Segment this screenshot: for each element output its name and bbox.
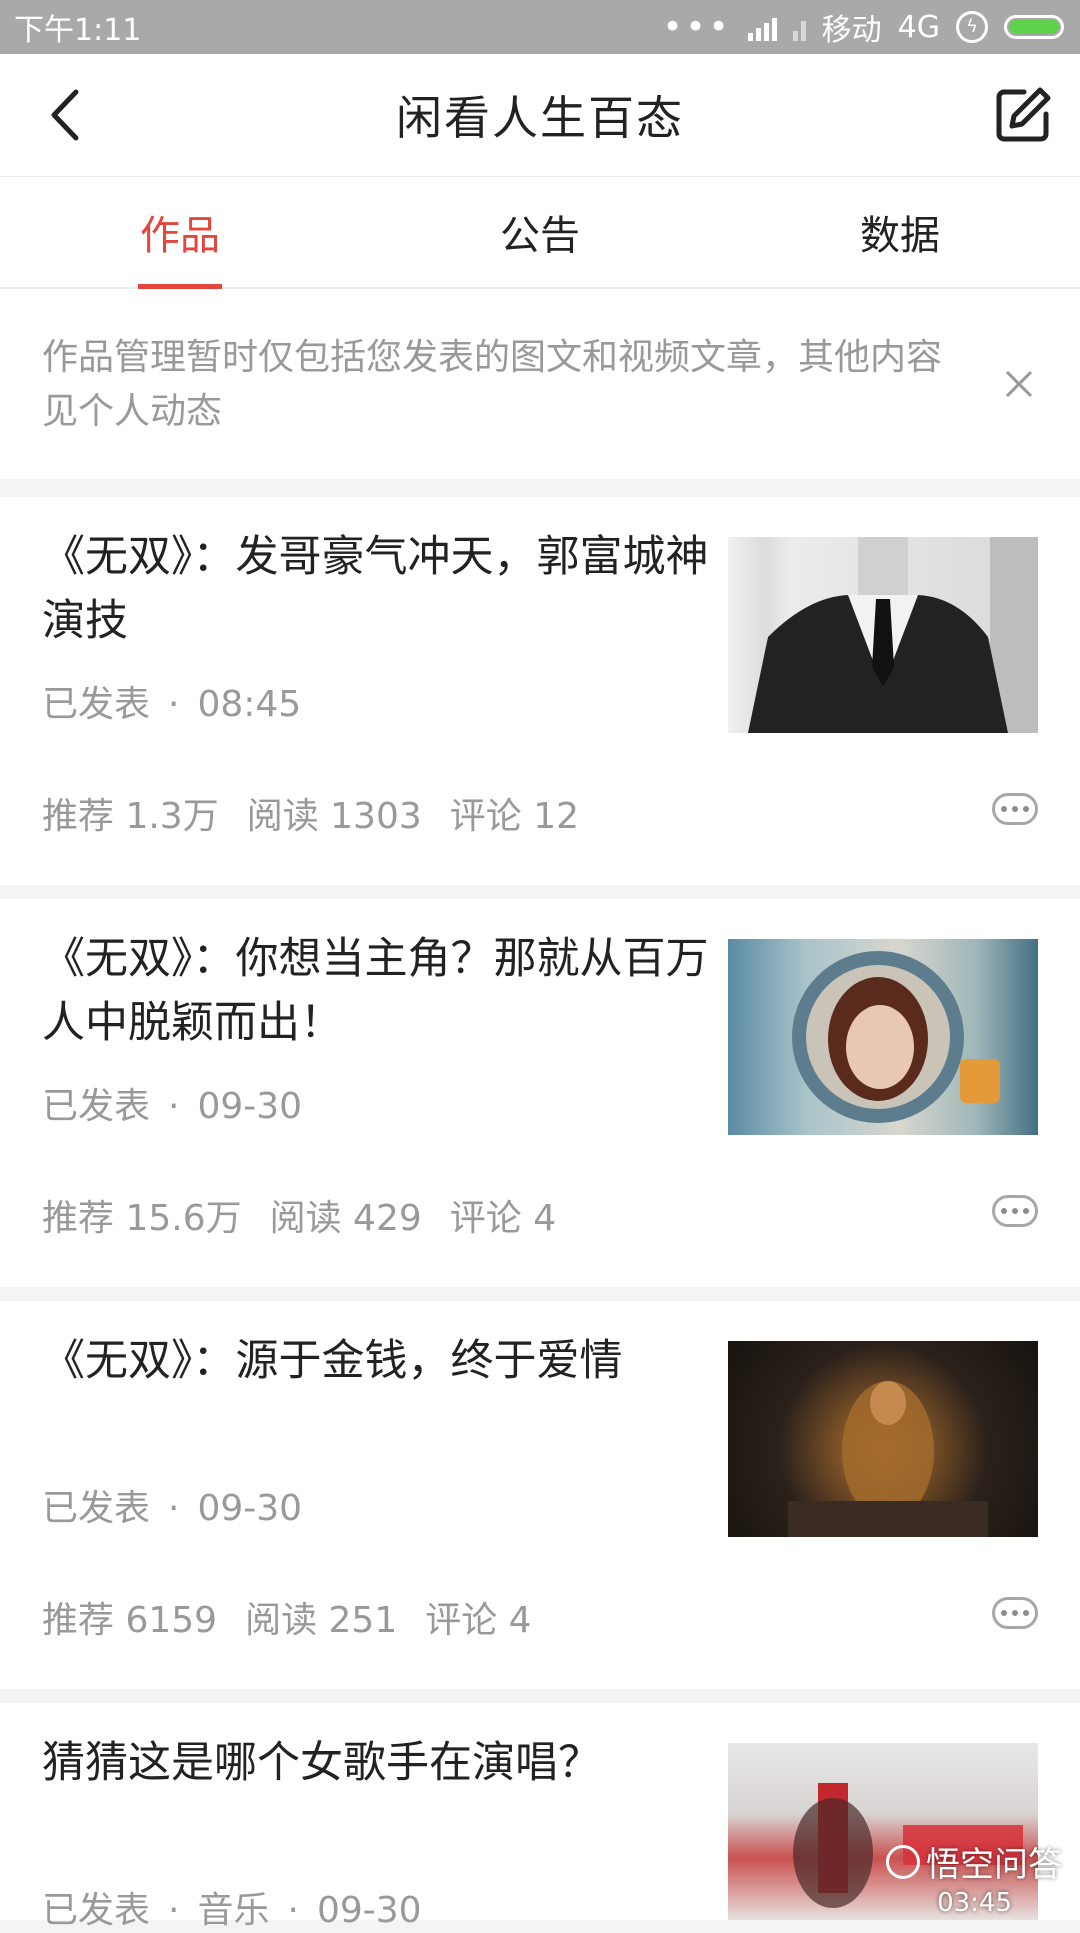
- article-status: 已发表: [42, 1890, 151, 1931]
- stat-comment: 评论 4: [449, 1198, 557, 1239]
- more-options-button[interactable]: [992, 1597, 1038, 1629]
- article-stats: 推荐 15.6万 阅读 429 评论 4: [42, 1189, 556, 1241]
- article-time: 09-30: [316, 1890, 422, 1931]
- stat-read: 阅读 429: [269, 1198, 422, 1239]
- signal-icon: [747, 13, 777, 41]
- article-stats: 推荐 6159 阅读 251 评论 4: [42, 1591, 532, 1643]
- video-duration: 03:45: [937, 1888, 1012, 1918]
- article-title[interactable]: 《无双》：发哥豪气冲天，郭富城神演技: [42, 525, 712, 653]
- article-card[interactable]: 《无双》：你想当主角？那就从百万人中脱颖而出！ 已发表 · 09-30 推荐 15.…: [0, 899, 1080, 1287]
- status-indicators: ••• 移动 4G ϟ: [662, 5, 1064, 49]
- edit-button[interactable]: [988, 80, 1058, 150]
- article-meta: 已发表 · 音乐 · 09-30: [42, 1890, 422, 1931]
- article-meta: 已发表 · 09-30: [42, 1488, 303, 1529]
- more-options-button[interactable]: [992, 793, 1038, 825]
- suit-figure-image: [748, 537, 1038, 733]
- article-stats: 推荐 1.3万 阅读 1303 评论 12: [42, 787, 579, 839]
- article-card[interactable]: 《无双》：源于金钱，终于爱情 已发表 · 09-30 推荐 6159 阅读 251 …: [0, 1301, 1080, 1689]
- network-label: 4G: [897, 9, 940, 45]
- wukong-logo-icon: [886, 1844, 920, 1879]
- tab-label: 公告: [500, 213, 580, 259]
- more-dots-icon: [1001, 1610, 1007, 1616]
- stat-read: 阅读 251: [245, 1600, 398, 1641]
- stat-comment: 评论 12: [449, 796, 580, 837]
- tab-label: 作品: [140, 213, 220, 259]
- article-category: 音乐: [197, 1890, 270, 1931]
- more-dots-icon: [1001, 806, 1007, 812]
- watermark-text: 悟空问答: [926, 1845, 1062, 1885]
- tab-bar: 作品 公告 数据: [0, 177, 1080, 289]
- article-title[interactable]: 《无双》：源于金钱，终于爱情: [42, 1329, 712, 1393]
- stat-recommend: 推荐 15.6万: [42, 1198, 242, 1239]
- status-time: 下午1:11: [14, 13, 142, 48]
- carrier-label: 移动: [821, 13, 882, 48]
- tab-works[interactable]: 作品: [0, 177, 360, 289]
- signal-secondary-icon: [792, 13, 806, 41]
- back-button[interactable]: [30, 80, 100, 150]
- more-options-button[interactable]: [992, 1195, 1038, 1227]
- article-time: 09-30: [197, 1488, 303, 1529]
- article-thumbnail[interactable]: [728, 1341, 1038, 1537]
- tab-data[interactable]: 数据: [720, 177, 1080, 287]
- stat-read: 阅读 1303: [246, 796, 422, 837]
- article-thumbnail[interactable]: [728, 939, 1038, 1135]
- watermark: 悟空问答: [886, 1837, 1062, 1886]
- battery-icon: [1004, 15, 1064, 39]
- article-title[interactable]: 《无双》：你想当主角？那就从百万人中脱颖而出！: [42, 927, 712, 1055]
- page-title: 闲看人生百态: [396, 91, 684, 145]
- article-status: 已发表: [42, 1488, 151, 1529]
- article-meta: 已发表 · 09-30: [42, 1086, 303, 1127]
- article-title[interactable]: 猜猜这是哪个女歌手在演唱？: [42, 1731, 712, 1795]
- stat-recommend: 推荐 6159: [42, 1600, 218, 1641]
- article-card[interactable]: 猜猜这是哪个女歌手在演唱？ 已发表 · 音乐 · 09-30: [0, 1703, 1080, 1931]
- stat-recommend: 推荐 1.3万: [42, 796, 219, 837]
- more-dots-icon: [1001, 1208, 1007, 1214]
- edit-icon: [996, 87, 1051, 142]
- dark-scene-image: [788, 1381, 988, 1537]
- status-bar: 下午1:11 ••• 移动 4G ϟ: [0, 0, 1080, 54]
- banknote-portrait-image: [792, 951, 1000, 1123]
- tab-label: 数据: [860, 213, 940, 259]
- article-card[interactable]: 《无双》：发哥豪气冲天，郭富城神演技 已发表 · 08:45 推荐 1.3万 阅读 …: [0, 497, 1080, 885]
- charging-icon: ϟ: [956, 11, 988, 43]
- notice-close-button[interactable]: [996, 361, 1042, 407]
- nav-bar: 闲看人生百态: [0, 54, 1080, 177]
- close-icon: [1005, 370, 1033, 398]
- article-thumbnail[interactable]: [728, 537, 1038, 733]
- notice-text: 作品管理暂时仅包括您发表的图文和视频文章，其他内容见个人动态: [42, 337, 943, 432]
- chevron-left-icon: [51, 89, 79, 141]
- stat-comment: 评论 4: [425, 1600, 532, 1641]
- more-dots-icon: •••: [662, 7, 732, 47]
- article-status: 已发表: [42, 684, 151, 725]
- tab-announcements[interactable]: 公告: [360, 177, 720, 287]
- article-time: 08:45: [197, 684, 302, 725]
- article-meta: 已发表 · 08:45: [42, 684, 302, 725]
- article-time: 09-30: [197, 1086, 303, 1127]
- notice-banner: 作品管理暂时仅包括您发表的图文和视频文章，其他内容见个人动态: [0, 289, 1080, 479]
- article-status: 已发表: [42, 1086, 151, 1127]
